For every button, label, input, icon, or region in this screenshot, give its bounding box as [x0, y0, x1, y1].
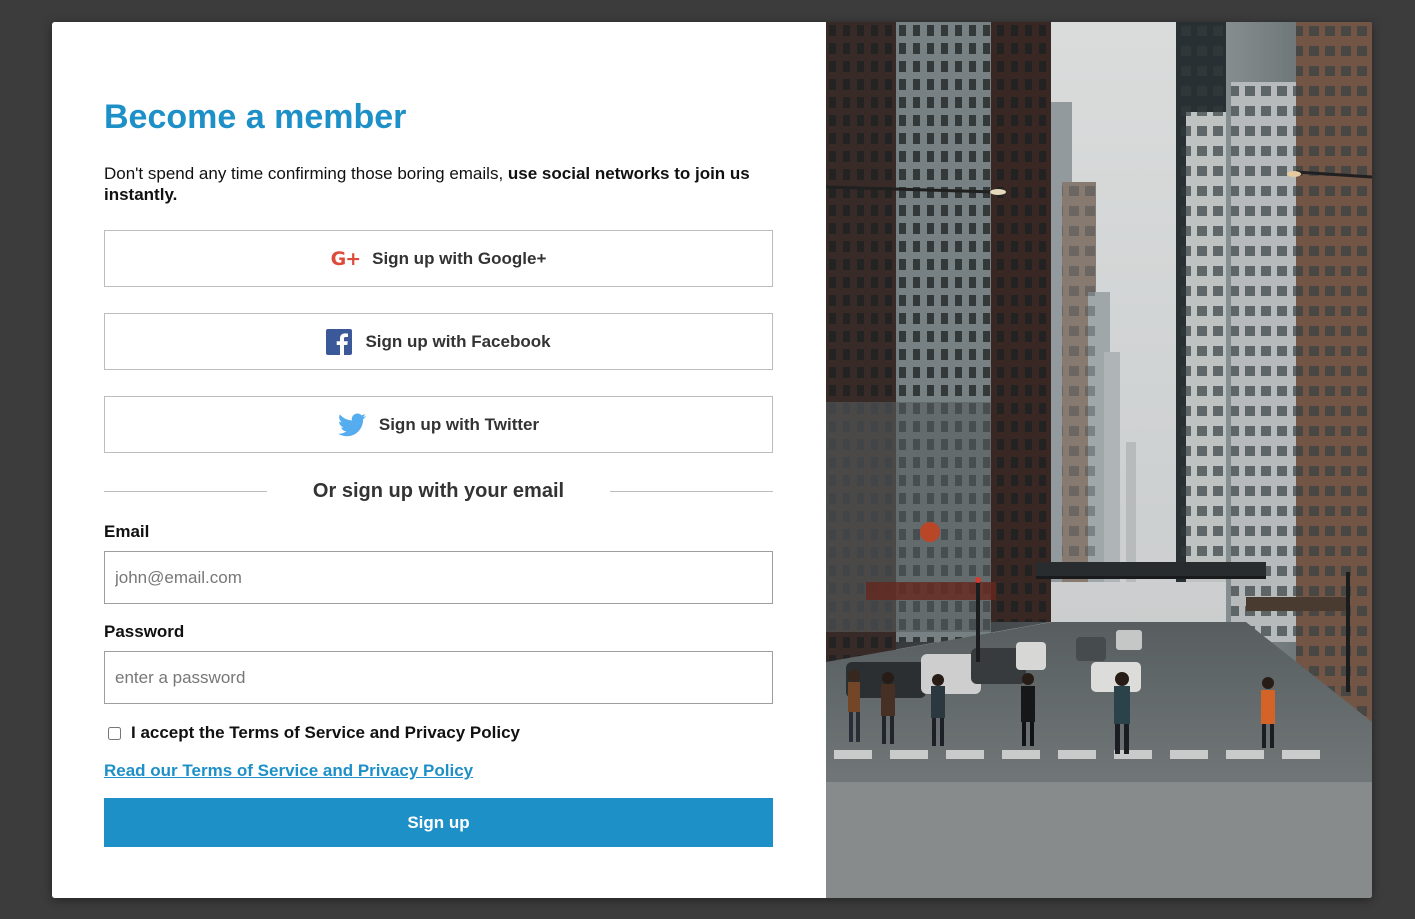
terms-checkbox[interactable]	[108, 726, 121, 740]
terms-checkbox-label[interactable]: I accept the Terms of Service and Privac…	[131, 723, 520, 743]
divider-line-right	[610, 491, 773, 492]
page-title: Become a member	[104, 98, 407, 136]
google-plus-icon: G+	[330, 247, 361, 270]
signup-card: Become a member Don't spend any time con…	[52, 22, 1372, 898]
signup-form-pane: Become a member Don't spend any time con…	[52, 22, 826, 898]
twitter-signup-button[interactable]: Sign up with Twitter	[104, 396, 773, 453]
city-street-illustration	[826, 22, 1372, 898]
intro-plain-text: Don't spend any time confirming those bo…	[104, 164, 508, 183]
google-signup-label: Sign up with Google+	[372, 248, 547, 268]
password-input[interactable]	[104, 651, 773, 704]
terms-row: I accept the Terms of Service and Privac…	[108, 723, 520, 743]
city-street-photo	[826, 22, 1372, 898]
twitter-icon	[337, 412, 366, 436]
email-input[interactable]	[104, 551, 773, 604]
sign-up-button[interactable]: Sign up	[104, 798, 773, 847]
password-label: Password	[104, 622, 185, 641]
intro-text: Don't spend any time confirming those bo…	[104, 163, 773, 205]
email-divider: Or sign up with your email	[104, 478, 773, 506]
google-signup-button[interactable]: G+ Sign up with Google+	[104, 230, 773, 287]
twitter-signup-label: Sign up with Twitter	[378, 414, 540, 434]
email-label: Email	[104, 522, 150, 541]
facebook-signup-button[interactable]: Sign up with Facebook	[104, 313, 773, 370]
facebook-signup-label: Sign up with Facebook	[365, 331, 551, 351]
facebook-icon	[326, 328, 353, 355]
terms-link[interactable]: Read our Terms of Service and Privacy Po…	[104, 761, 473, 781]
